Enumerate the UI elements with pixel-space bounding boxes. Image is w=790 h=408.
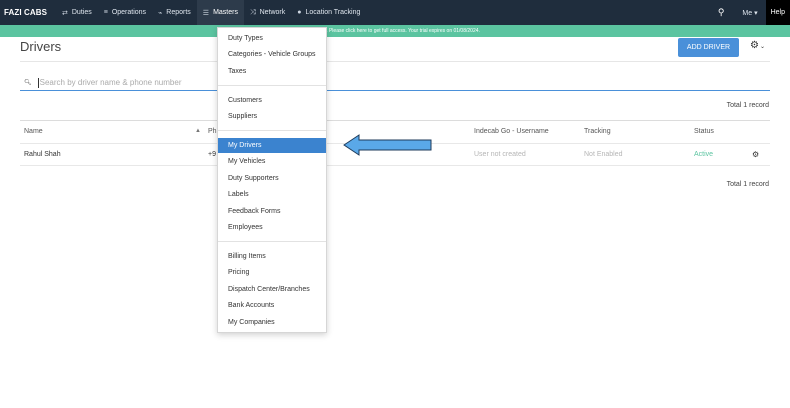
menu-item-feedback-forms[interactable]: Feedback Forms [218, 204, 326, 219]
nav-location-tracking-label: Location Tracking [305, 9, 361, 16]
menu-item-taxes[interactable]: Taxes [218, 64, 326, 79]
network-icon: ⤨ [249, 8, 256, 16]
nav-reports[interactable]: ⌁ Reports [152, 0, 197, 25]
total-records-top: Total 1 record [726, 102, 769, 109]
text-cursor [37, 77, 39, 88]
driver-phone: +9 [208, 151, 216, 158]
exchange-icon: ⇄ [62, 9, 68, 17]
menu-item-bank-accounts[interactable]: Bank Accounts [218, 298, 326, 313]
column-header-name[interactable]: Name [24, 128, 43, 135]
driver-name[interactable]: Rahul Shah [24, 151, 61, 158]
menu-item-dispatch-center[interactable]: Dispatch Center/Branches [218, 282, 326, 297]
driver-tracking: Not Enabled [584, 151, 623, 158]
menu-item-my-companies[interactable]: My Companies [218, 315, 326, 330]
menu-item-duty-types[interactable]: Duty Types [218, 31, 326, 46]
sort-asc-icon[interactable]: ▲ [195, 128, 201, 134]
column-header-username[interactable]: Indecab Go - Username [474, 128, 549, 135]
table-top-border [20, 120, 770, 121]
table-divider [20, 165, 770, 166]
user-menu[interactable]: Me ▾ [734, 9, 765, 17]
menu-item-pricing[interactable]: Pricing [218, 265, 326, 280]
nav-network-label: Network [259, 9, 286, 16]
list-icon: ≡ [103, 9, 108, 16]
menu-item-suppliers[interactable]: Suppliers [218, 109, 326, 124]
menu-divider [218, 85, 326, 86]
stack-icon: ☰ [202, 9, 210, 17]
driver-status: Active [694, 151, 714, 158]
nav-masters-label: Masters [213, 9, 238, 16]
nav-location-tracking[interactable]: ● Location Tracking [291, 0, 366, 25]
brand-logo[interactable]: FAZI CABS [0, 8, 52, 17]
column-header-phone[interactable]: Ph [208, 128, 217, 135]
menu-item-billing-items[interactable]: Billing Items [218, 249, 326, 264]
trial-banner[interactable]: verified. Please click here to get full … [0, 25, 790, 37]
menu-item-duty-supporters[interactable]: Duty Supporters [218, 171, 326, 186]
settings-dropdown[interactable]: ⚙⌄ [750, 40, 765, 51]
driver-username: User not created [474, 151, 526, 158]
column-header-tracking[interactable]: Tracking [584, 128, 611, 135]
chart-icon: ⌁ [158, 9, 163, 17]
help-button[interactable]: Help [765, 0, 790, 25]
menu-item-categories[interactable]: Categories - Vehicle Groups [218, 47, 326, 62]
row-gear-icon[interactable]: ⚙ [752, 150, 759, 159]
chevron-down-icon: ⌄ [759, 44, 765, 50]
menu-item-my-vehicles[interactable]: My Vehicles [218, 154, 326, 169]
menu-item-employees[interactable]: Employees [218, 220, 326, 235]
total-records-bottom: Total 1 record [726, 181, 769, 188]
divider [20, 61, 770, 62]
nav-duties[interactable]: ⇄ Duties [56, 0, 98, 25]
nav-operations[interactable]: ≡ Operations [98, 0, 152, 25]
location-pin-icon: ● [297, 9, 302, 16]
nav-duties-label: Duties [71, 9, 92, 16]
gear-icon: ⚙ [750, 40, 759, 51]
search-icon[interactable]: ⚲ [708, 7, 735, 18]
column-header-status[interactable]: Status [694, 128, 714, 135]
add-driver-button[interactable]: ADD DRIVER [678, 38, 739, 57]
nav-operations-label: Operations [111, 9, 147, 16]
menu-item-labels[interactable]: Labels [218, 187, 326, 202]
masters-dropdown-menu: Duty Types Categories - Vehicle Groups T… [217, 27, 327, 333]
page-title: Drivers [20, 39, 62, 54]
nav-masters[interactable]: ☰ Masters [196, 0, 244, 25]
annotation-arrow-icon [343, 134, 432, 156]
menu-item-my-drivers[interactable]: My Drivers [218, 138, 326, 153]
menu-divider [218, 130, 326, 131]
search-icon: 🔍︎ [24, 80, 32, 86]
nav-reports-label: Reports [166, 9, 191, 16]
search-bar: 🔍︎ [20, 75, 770, 91]
nav-right: ⚲ Me ▾ Help [708, 0, 790, 25]
menu-divider [218, 241, 326, 242]
menu-item-customers[interactable]: Customers [218, 93, 326, 108]
search-input[interactable] [39, 78, 640, 87]
top-nav: FAZI CABS ⇄ Duties ≡ Operations ⌁ Report… [0, 0, 790, 25]
nav-network[interactable]: ⤨ Network [244, 0, 291, 25]
